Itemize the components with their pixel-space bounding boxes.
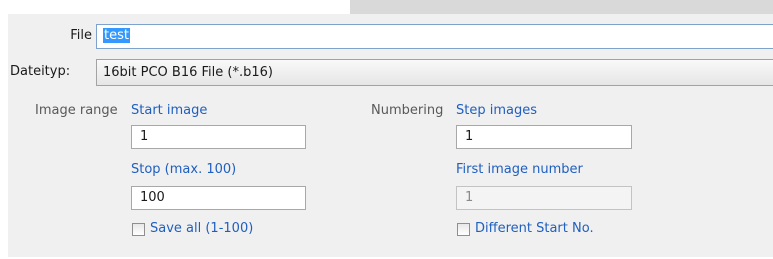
start-image-label: Start image: [131, 103, 208, 118]
different-start-label[interactable]: Different Start No.: [475, 221, 594, 236]
image-range-label: Image range: [35, 103, 118, 118]
stop-image-label: Stop (max. 100): [131, 162, 237, 177]
file-label: File: [70, 28, 92, 43]
top-bar-strip: [350, 0, 773, 14]
filetype-label: Dateityp:: [10, 64, 71, 79]
export-panel: [8, 14, 773, 257]
first-image-number-label: First image number: [456, 162, 583, 177]
first-image-number-input[interactable]: 1: [456, 186, 632, 210]
different-start-checkbox[interactable]: [457, 223, 470, 236]
save-all-label[interactable]: Save all (1-100): [150, 221, 253, 236]
filetype-select[interactable]: 16bit PCO B16 File (*.b16): [96, 59, 773, 86]
step-images-label: Step images: [456, 103, 537, 118]
filetype-selected-value: 16bit PCO B16 File (*.b16): [103, 65, 273, 80]
save-all-checkbox[interactable]: [132, 223, 145, 236]
start-image-input[interactable]: 1: [131, 125, 306, 149]
file-name-input[interactable]: test: [96, 24, 773, 49]
step-images-input[interactable]: 1: [456, 125, 632, 149]
top-bar: [0, 0, 773, 14]
stop-image-input[interactable]: 100: [131, 186, 306, 210]
numbering-label: Numbering: [371, 103, 444, 118]
file-name-value: test: [103, 28, 130, 43]
